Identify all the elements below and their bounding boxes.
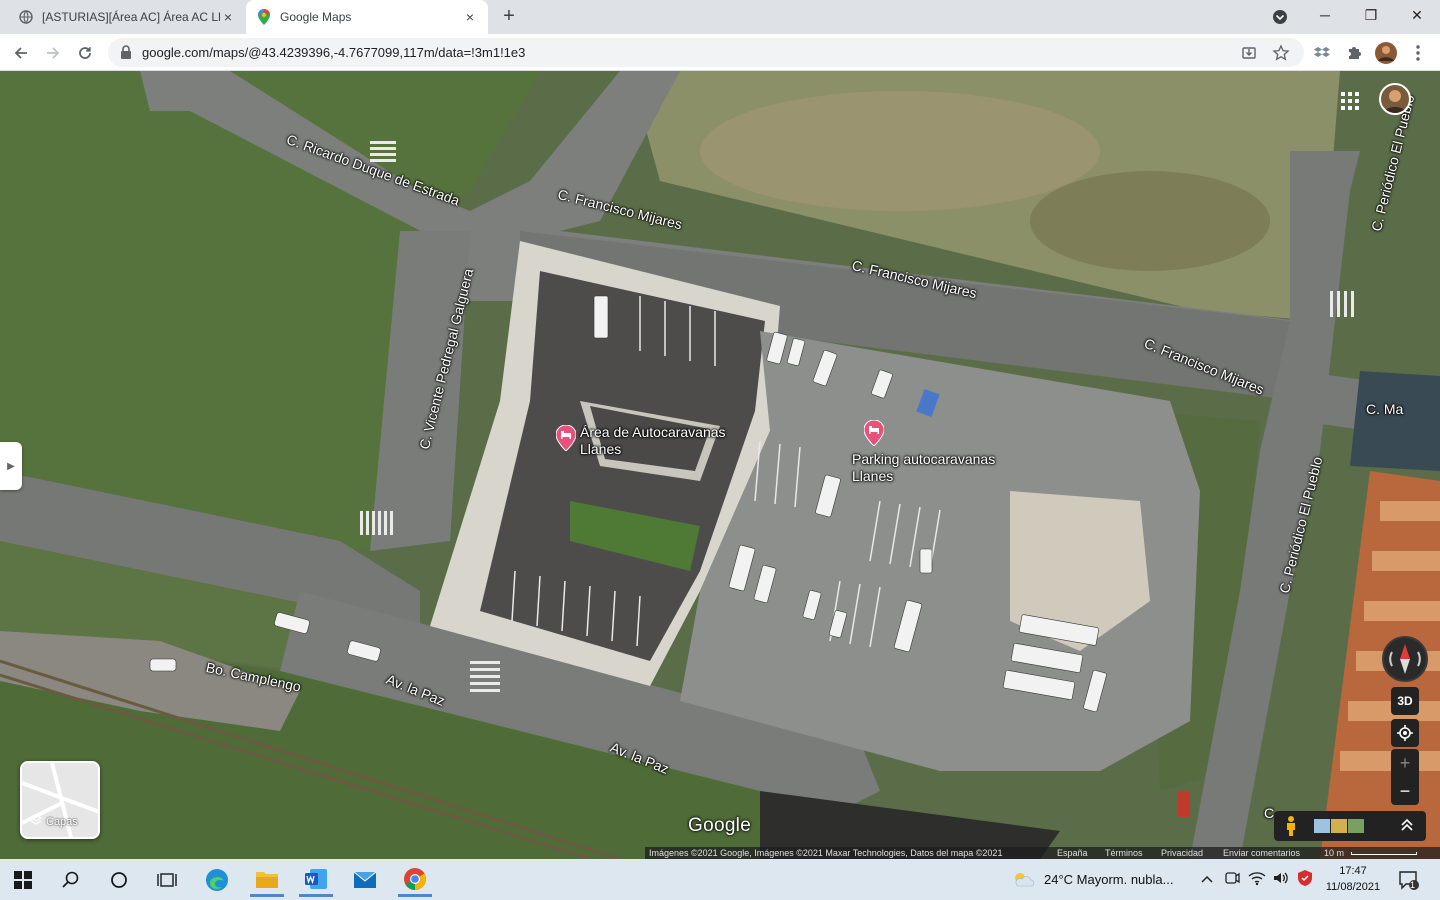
link-spain[interactable]: España [1057, 848, 1088, 858]
search-icon[interactable] [54, 863, 88, 897]
tab-area-ac[interactable]: [ASTURIAS][Área AC] Área AC Lla × [8, 0, 246, 34]
place-label-area-autocaravanas[interactable]: Área de Autocaravanas Llanes [580, 424, 740, 458]
google-logo: Google [688, 815, 752, 836]
my-location-button[interactable] [1391, 719, 1419, 747]
side-panel-toggle[interactable]: ▶ [0, 442, 22, 490]
tab-title: Google Maps [280, 10, 352, 24]
minimize-button[interactable]: ─ [1302, 0, 1348, 30]
browser-menu-icon[interactable] [1405, 40, 1431, 66]
layers-button[interactable]: Capas [20, 761, 100, 839]
mail-icon[interactable] [348, 863, 382, 897]
chrome-icon[interactable] [398, 863, 432, 897]
meet-now-icon[interactable] [1224, 870, 1240, 891]
volume-icon[interactable] [1272, 870, 1290, 891]
street-label: C. Ma [1366, 401, 1404, 417]
extensions-puzzle-icon[interactable] [1341, 40, 1367, 66]
imagery-thumbnails-icon[interactable] [1314, 819, 1364, 838]
file-explorer-icon[interactable] [250, 863, 284, 897]
scale-label[interactable]: 10 m [1324, 848, 1344, 858]
url-text: google.com/maps/@43.4239396,-4.7677099,1… [142, 45, 526, 60]
street-label: C [1264, 805, 1275, 821]
location-target-icon [1397, 725, 1413, 741]
task-view-icon[interactable] [150, 863, 184, 897]
bookmark-star-icon[interactable] [1272, 44, 1290, 62]
weather-cloud-icon[interactable] [1012, 871, 1035, 892]
zoom-out-button[interactable]: − [1391, 777, 1419, 805]
tab-title: [ASTURIAS][Área AC] Área AC Lla [42, 10, 220, 24]
clock-time: 17:47 [1339, 865, 1367, 877]
place-label-parking-autocaravanas[interactable]: Parking autocaravanas Llanes [852, 451, 1012, 485]
address-bar[interactable]: google.com/maps/@43.4239396,-4.7677099,1… [108, 38, 1304, 67]
satellite-map[interactable]: C. Ricardo Duque de Estrada C. Francisco… [0, 71, 1440, 859]
link-terms[interactable]: Términos [1105, 848, 1143, 858]
map-attribution: Imágenes ©2021 Google, Imágenes ©2021 Ma… [645, 847, 1440, 859]
cortana-icon[interactable] [102, 863, 136, 897]
apps-grid-icon[interactable] [1340, 91, 1360, 111]
close-window-button[interactable]: ✕ [1394, 0, 1440, 30]
zoom-controls: + − [1391, 749, 1419, 805]
new-tab-button[interactable]: + [496, 5, 522, 29]
windows-taskbar: 24°C Mayorm. nubla... 17:47 11/08/2021 1 [0, 859, 1440, 900]
imagery-credit: Imágenes ©2021 Google, Imágenes ©2021 Ma… [649, 848, 1003, 858]
satellite-imagery [0, 71, 1440, 859]
tab-strip: [ASTURIAS][Área AC] Área AC Lla × Google… [0, 0, 1440, 34]
tab-close-button[interactable]: × [220, 9, 236, 25]
word-icon[interactable] [299, 863, 333, 897]
maps-pin-icon [256, 9, 272, 25]
taskbar-clock[interactable]: 17:47 11/08/2021 [1322, 863, 1384, 895]
restore-button[interactable]: ❐ [1348, 0, 1394, 30]
layers-label: Capas [46, 815, 78, 828]
bed-pin-icon[interactable] [863, 419, 885, 447]
tab-close-button[interactable]: × [462, 9, 478, 25]
zoom-in-button[interactable]: + [1391, 749, 1419, 777]
wifi-icon[interactable] [1248, 870, 1266, 891]
antivirus-icon[interactable] [1296, 869, 1314, 892]
profile-avatar[interactable] [1373, 40, 1399, 66]
scale-bar [1351, 852, 1417, 855]
reload-icon[interactable] [72, 40, 98, 66]
expand-up-icon[interactable] [1400, 817, 1414, 838]
tab-search-icon[interactable] [1270, 7, 1290, 27]
weather-text[interactable]: 24°C Mayorm. nubla... [1044, 872, 1173, 887]
clock-date: 11/08/2021 [1325, 881, 1381, 893]
chevron-up-icon[interactable] [1200, 872, 1214, 890]
browser-toolbar: google.com/maps/@43.4239396,-4.7677099,1… [0, 34, 1440, 71]
notifications-icon[interactable] [1398, 869, 1420, 896]
compass-icon [1389, 644, 1421, 674]
link-send-feedback[interactable]: Enviar comentarios [1223, 848, 1300, 858]
dropbox-extension-icon[interactable] [1309, 40, 1335, 66]
pegman-icon[interactable] [1284, 816, 1298, 841]
tab-google-maps[interactable]: Google Maps × [246, 0, 488, 34]
globe-icon [18, 9, 34, 25]
street-view-bar [1274, 811, 1426, 841]
windows-start-icon[interactable] [6, 863, 40, 897]
back-icon[interactable] [8, 40, 34, 66]
account-avatar[interactable] [1379, 83, 1411, 115]
compass-button[interactable] [1382, 636, 1428, 682]
lock-icon[interactable] [120, 45, 132, 64]
notification-count: 1 [1410, 880, 1416, 890]
edge-icon[interactable] [200, 863, 234, 897]
layers-icon [29, 814, 43, 829]
bed-pin-icon[interactable] [555, 424, 577, 452]
3d-toggle-button[interactable]: 3D [1391, 687, 1419, 715]
link-privacy[interactable]: Privacidad [1161, 848, 1203, 858]
install-app-icon[interactable] [1240, 44, 1258, 62]
forward-icon[interactable] [40, 40, 66, 66]
